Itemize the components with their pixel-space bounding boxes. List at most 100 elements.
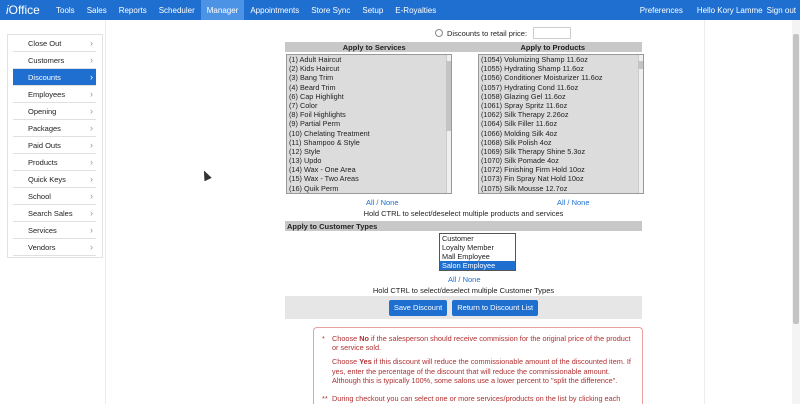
nav-item-store-sync[interactable]: Store Sync	[305, 0, 356, 20]
brand-logo[interactable]: iOffice	[0, 3, 50, 17]
sidebar-item-label: Packages	[28, 123, 61, 133]
products-option[interactable]: (1066) Molding Silk 4oz	[479, 129, 643, 138]
sign-out-link[interactable]: Sign out	[765, 0, 800, 20]
products-option[interactable]: (1058) Glazing Gel 11.6oz	[479, 92, 643, 101]
sidebar-item-vendors[interactable]: Vendors ›	[13, 239, 96, 256]
chevron-right-icon: ›	[90, 191, 93, 201]
sidebar-item-opening[interactable]: Opening ›	[13, 103, 96, 120]
products-scroll-thumb[interactable]	[638, 61, 643, 69]
customer-type-option[interactable]: Customer	[440, 234, 515, 243]
products-option[interactable]: (1068) Silk Polish 4oz	[479, 138, 643, 147]
services-option[interactable]: (10) Chelating Treatment	[287, 129, 451, 138]
commission-info-box: * Choose No if the salesperson should re…	[313, 327, 643, 404]
mouse-cursor-icon	[200, 168, 212, 182]
services-option[interactable]: (15) Wax - Two Areas	[287, 174, 451, 183]
sidebar-item-label: Quick Keys	[28, 174, 66, 184]
products-option[interactable]: (1054) Volumizing Shamp 11.6oz	[479, 55, 643, 64]
sidebar-item-school[interactable]: School ›	[13, 188, 96, 205]
products-option[interactable]: (1055) Hydrating Shamp 11.6oz	[479, 64, 643, 73]
nav-item-sales[interactable]: Sales	[81, 0, 113, 20]
ctrl-note-customer-types: Hold CTRL to select/deselect multiple Cu…	[372, 286, 555, 295]
services-scroll-thumb[interactable]	[446, 61, 451, 131]
nav-item-tools[interactable]: Tools	[50, 0, 81, 20]
sidebar-item-label: Customers	[28, 55, 65, 65]
nav-item-e-royalties[interactable]: E-Royalties	[389, 0, 442, 20]
services-option[interactable]: (7) Color	[287, 101, 451, 110]
products-option[interactable]: (1056) Conditioner Moisturizer 11.6oz	[479, 73, 643, 82]
products-option[interactable]: (1062) Silk Therapy 2.26oz	[479, 110, 643, 119]
products-option[interactable]: (1061) Spray Spritz 11.6oz	[479, 101, 643, 110]
nav-item-appointments[interactable]: Appointments	[244, 0, 305, 20]
sidebar-item-products[interactable]: Products ›	[13, 154, 96, 171]
sidebar-item-label: School	[28, 191, 51, 201]
products-option[interactable]: (1069) Silk Therapy Shine 5.3oz	[479, 147, 643, 156]
services-option[interactable]: (8) Foil Highlights	[287, 110, 451, 119]
services-option[interactable]: (9) Partial Perm	[287, 119, 451, 128]
customer-type-option[interactable]: Mall Employee	[440, 252, 515, 261]
nav-item-manager[interactable]: Manager	[200, 0, 245, 20]
sidebar-item-services[interactable]: Services ›	[13, 222, 96, 239]
products-header: Apply to Products	[520, 42, 586, 52]
chevron-right-icon: ›	[90, 157, 93, 167]
products-option[interactable]: (1072) Finishing Firm Hold 10oz	[479, 165, 643, 174]
services-option[interactable]: (1) Adult Haircut	[287, 55, 451, 64]
sidebar-item-close-out[interactable]: Close Out ›	[13, 35, 96, 52]
services-option[interactable]: (16) Quik Perm	[287, 184, 451, 193]
products-all-none-link[interactable]: All / None	[557, 198, 590, 207]
customer-types-all-none-link[interactable]: All / None	[448, 275, 481, 284]
customer-types-header: Apply to Customer Types	[285, 221, 642, 231]
sidebar-item-label: Close Out	[28, 38, 62, 48]
nav-item-scheduler[interactable]: Scheduler	[153, 0, 201, 20]
sidebar-item-search-sales[interactable]: Search Sales ›	[13, 205, 96, 222]
retail-price-radio[interactable]	[435, 29, 443, 37]
services-all-none-link[interactable]: All / None	[366, 198, 399, 207]
sidebar-item-packages[interactable]: Packages ›	[13, 120, 96, 137]
nav-item-setup[interactable]: Setup	[356, 0, 389, 20]
sidebar-item-label: Search Sales	[28, 208, 73, 218]
customer-type-option[interactable]: Salon Employee	[440, 261, 515, 270]
products-listbox[interactable]: (1054) Volumizing Shamp 11.6oz (1055) Hyd…	[478, 54, 644, 194]
sidebar-item-discounts[interactable]: Discounts ›	[13, 69, 96, 86]
sidebar-item-label: Opening	[28, 106, 57, 116]
column-divider	[105, 20, 106, 404]
services-option[interactable]: (4) Beard Trim	[287, 83, 451, 92]
page-scroll-thumb[interactable]	[793, 34, 799, 324]
chevron-right-icon: ›	[90, 38, 93, 48]
nav-menu: Tools Sales Reports Scheduler Manager Appoint…	[50, 0, 442, 20]
return-to-list-button[interactable]: Return to Discount List	[452, 299, 539, 316]
services-option[interactable]: (13) Updo	[287, 156, 451, 165]
customer-types-listbox[interactable]: Customer Loyalty Member Mall Employee Salon…	[439, 233, 516, 271]
products-option[interactable]: (1073) Fin Spray Nat Hold 10oz	[479, 174, 643, 183]
sidebar-item-customers[interactable]: Customers ›	[13, 52, 96, 69]
products-option[interactable]: (1075) Silk Mousse 12.7oz	[479, 184, 643, 193]
chevron-right-icon: ›	[90, 174, 93, 184]
products-scrollbar[interactable]	[638, 55, 643, 193]
customer-type-option[interactable]: Loyalty Member	[440, 243, 515, 252]
sidebar-item-quick-keys[interactable]: Quick Keys ›	[13, 171, 96, 188]
sidebar-item-label: Vendors	[28, 242, 56, 252]
services-listbox[interactable]: (1) Adult Haircut (2) Kids Haircut (3) Ban…	[286, 54, 452, 194]
ctrl-note-products: Hold CTRL to select/deselect multiple pr…	[363, 209, 564, 218]
page-scrollbar[interactable]	[792, 20, 800, 404]
sidebar-item-paid-outs[interactable]: Paid Outs ›	[13, 137, 96, 154]
retail-price-input[interactable]	[533, 27, 572, 39]
services-option[interactable]: (3) Bang Trim	[287, 73, 451, 82]
services-option[interactable]: (2) Kids Haircut	[287, 64, 451, 73]
apply-header-bar: Apply to Services Apply to Products	[285, 42, 642, 52]
services-header: Apply to Services	[342, 42, 406, 52]
nav-item-reports[interactable]: Reports	[113, 0, 153, 20]
chevron-right-icon: ›	[90, 208, 93, 218]
nav-preferences[interactable]: Preferences	[633, 0, 690, 20]
products-option[interactable]: (1064) Silk Filler 11.6oz	[479, 119, 643, 128]
sidebar-item-employees[interactable]: Employees ›	[13, 86, 96, 103]
services-option[interactable]: (11) Shampoo & Style	[287, 138, 451, 147]
save-discount-button[interactable]: Save Discount	[388, 299, 448, 316]
products-option[interactable]: (1057) Hydrating Cond 11.6oz	[479, 83, 643, 92]
services-scrollbar[interactable]	[446, 55, 451, 193]
services-option[interactable]: (6) Cap Highlight	[287, 92, 451, 101]
chevron-right-icon: ›	[90, 140, 93, 150]
services-option[interactable]: (14) Wax - One Area	[287, 165, 451, 174]
user-greeting: Hello Kory Lamme	[696, 5, 763, 15]
products-option[interactable]: (1070) Silk Pomade 4oz	[479, 156, 643, 165]
services-option[interactable]: (12) Style	[287, 147, 451, 156]
